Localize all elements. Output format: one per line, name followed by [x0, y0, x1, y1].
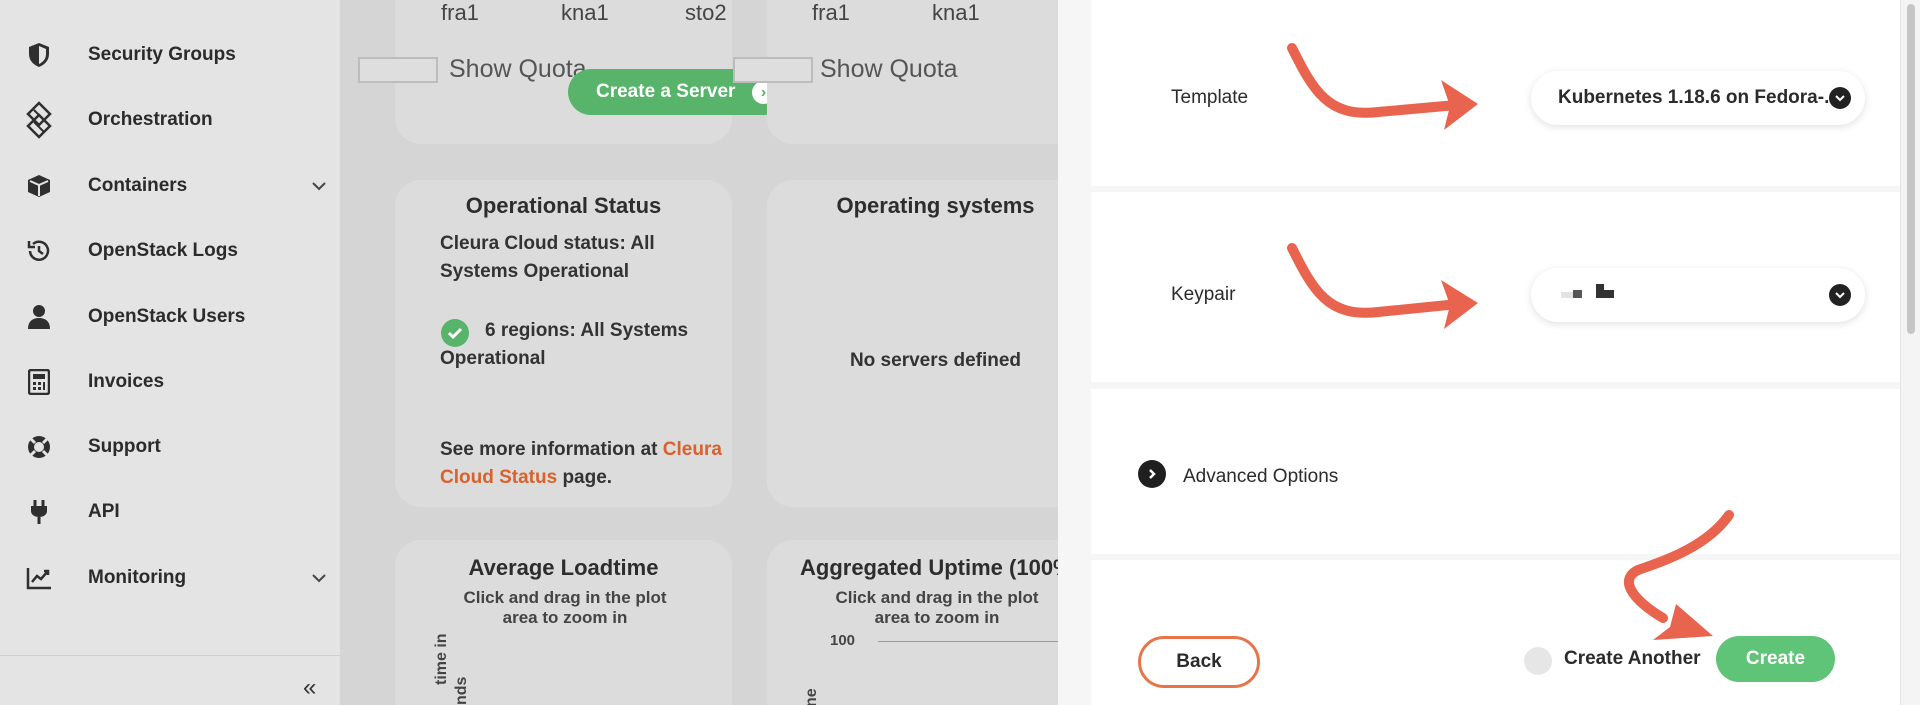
box-icon	[26, 173, 52, 199]
sidebar-item-label: API	[88, 501, 120, 522]
keypair-select[interactable]	[1531, 268, 1865, 322]
show-quota-toggle[interactable]	[733, 57, 813, 83]
keypair-label: Keypair	[1171, 284, 1236, 305]
empty-state-text: No servers defined	[849, 350, 1022, 371]
sidebar-item-label: Invoices	[88, 371, 165, 392]
shield-icon	[26, 42, 52, 68]
back-button[interactable]: Back	[1138, 636, 1260, 688]
sidebar-item-label: Containers	[88, 175, 188, 196]
regions-card: fra1 kna1 sto2 Show Quota Create a Serve…	[358, 0, 787, 144]
chart-hint: Click and drag in the plot area to zoom …	[835, 588, 1039, 627]
expand-advanced-icon[interactable]	[1138, 460, 1166, 488]
redacted-mark	[1604, 290, 1614, 298]
chart-icon	[26, 565, 52, 591]
create-button[interactable]: Create	[1716, 636, 1835, 682]
aggregated-uptime-card: Aggregated Uptime (100% Click and drag i…	[767, 540, 1058, 705]
create-server-label: Create a Server	[596, 81, 736, 102]
region-label: kna1	[932, 0, 980, 25]
show-quota-toggle[interactable]	[358, 57, 438, 83]
more-info-text: See more information at Cleura Cloud Sta…	[440, 436, 730, 492]
sidebar-item-label: OpenStack Users	[88, 306, 246, 327]
chart-hint: Click and drag in the plot area to zoom …	[463, 588, 667, 627]
axis-label: nds	[453, 676, 470, 705]
axis-label: time in	[433, 633, 450, 685]
dashboard: fra1 kna1 sto2 Show Quota Create a Serve…	[340, 0, 1058, 705]
card-title: Aggregated Uptime (100%	[800, 555, 1058, 580]
orchestration-icon	[26, 101, 52, 139]
sidebar-item-orchestration[interactable]: Orchestration	[0, 95, 340, 145]
region-label: sto2	[685, 0, 727, 25]
collapse-sidebar-icon[interactable]: «	[303, 676, 329, 700]
sidebar-item-api[interactable]: API	[0, 487, 340, 537]
axis-label: ne	[803, 688, 820, 705]
sidebar-item-security-groups[interactable]: Security Groups	[0, 30, 340, 80]
lifebuoy-icon	[26, 434, 52, 460]
card-title: Operational Status	[465, 193, 662, 218]
keypair-section: Keypair	[1091, 192, 1920, 382]
sidebar-item-label: OpenStack Logs	[88, 240, 238, 261]
sidebar-item-label: Monitoring	[88, 567, 187, 588]
regions-status-text: 6 regions: All Systems Operational	[440, 320, 689, 369]
redacted-mark	[1561, 292, 1573, 298]
sidebar-item-label: Support	[88, 436, 161, 457]
advanced-options-label[interactable]: Advanced Options	[1183, 466, 1338, 488]
more-info-prefix: See more information at	[440, 439, 663, 460]
chevron-down-icon[interactable]	[310, 177, 328, 195]
sidebar-item-openstack-users[interactable]: OpenStack Users	[0, 292, 340, 342]
sidebar-item-openstack-logs[interactable]: OpenStack Logs	[0, 226, 340, 276]
show-quota-label: Show Quota	[820, 55, 958, 83]
sidebar-item-invoices[interactable]: Invoices	[0, 357, 340, 407]
show-quota-label: Show Quota	[449, 55, 587, 83]
redacted-mark	[1596, 284, 1604, 298]
operational-status-card: Operational Status Cleura Cloud status: …	[395, 180, 732, 507]
scrollbar[interactable]	[1900, 0, 1920, 705]
region-label: kna1	[561, 0, 609, 25]
region-label: fra1	[441, 0, 479, 25]
plug-icon	[26, 499, 52, 525]
average-loadtime-card: Average Loadtime Click and drag in the p…	[395, 540, 732, 705]
create-another-label: Create Another	[1564, 648, 1701, 669]
template-label: Template	[1171, 87, 1249, 108]
sidebar-item-monitoring[interactable]: Monitoring	[0, 553, 340, 603]
user-icon	[26, 304, 52, 330]
y-tick-label: 100	[830, 632, 856, 649]
sidebar-divider	[0, 655, 340, 656]
template-section: Template Kubernetes 1.18.6 on Fedora-...	[1091, 0, 1920, 186]
redacted-mark	[1573, 290, 1582, 298]
more-info-suffix: page.	[557, 467, 613, 488]
chevron-down-icon	[1829, 87, 1851, 109]
template-value: Kubernetes 1.18.6 on Fedora-...	[1558, 87, 1840, 108]
history-icon	[26, 238, 52, 264]
card-title: Average Loadtime	[468, 555, 659, 580]
chevron-down-icon[interactable]	[310, 569, 328, 587]
regions-card-2: fra1 kna1 Show Quota	[733, 0, 1058, 144]
card-title: Operating systems	[836, 193, 1035, 218]
sidebar-item-label: Security Groups	[88, 44, 236, 65]
status-text: Cleura Cloud status: All Systems Operati…	[440, 233, 655, 282]
sidebar: Security Groups Orchestration Containers…	[0, 0, 340, 705]
region-label: fra1	[812, 0, 850, 25]
template-select[interactable]: Kubernetes 1.18.6 on Fedora-...	[1531, 71, 1865, 125]
chevron-down-icon	[1829, 284, 1851, 306]
chart-gridline	[878, 641, 1058, 642]
calculator-icon	[26, 369, 52, 395]
create-cluster-panel: Template Kubernetes 1.18.6 on Fedora-...…	[1058, 0, 1920, 705]
sidebar-item-containers[interactable]: Containers	[0, 161, 340, 211]
operating-systems-card: Operating systems No servers defined	[767, 180, 1058, 507]
create-another-toggle[interactable]	[1524, 647, 1552, 675]
sidebar-item-label: Orchestration	[88, 109, 213, 130]
scrollbar-thumb[interactable]	[1907, 4, 1915, 334]
sidebar-item-support[interactable]: Support	[0, 422, 340, 472]
